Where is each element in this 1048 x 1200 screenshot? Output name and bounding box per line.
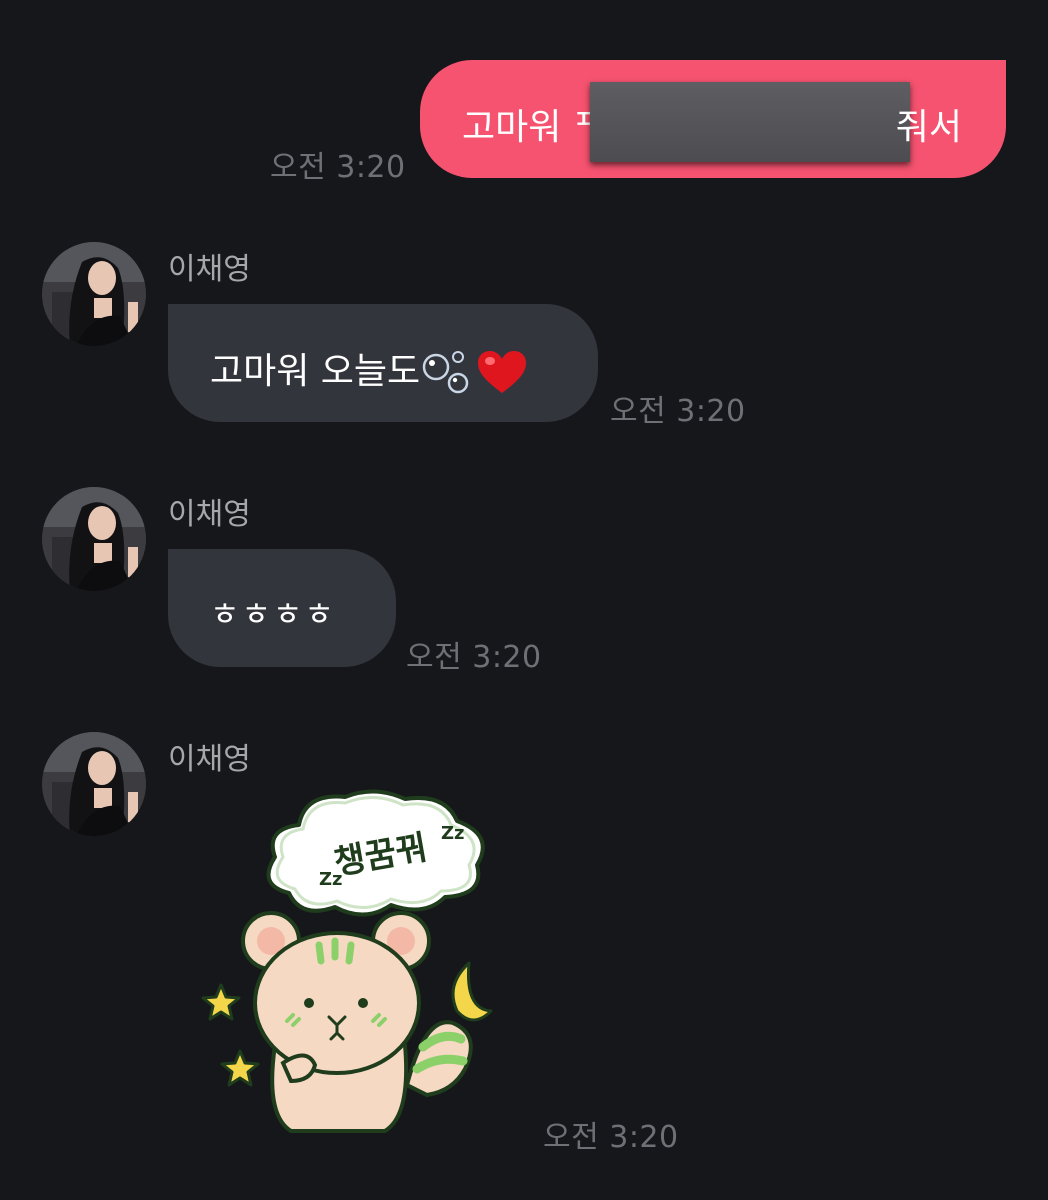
sticker-message-time: 오전 3:20 — [543, 1120, 679, 1155]
avatar-photo-icon — [42, 732, 146, 836]
star-icon — [220, 1049, 260, 1087]
sender-name: 이채영 — [168, 742, 251, 777]
received-message-time: 오전 3:20 — [406, 640, 542, 675]
sticker-zz-left: Zz — [319, 869, 343, 890]
red-heart-icon — [478, 351, 527, 393]
sender-name: 이채영 — [168, 252, 251, 287]
sticker-zz-right: Zz — [441, 823, 465, 844]
avatar[interactable] — [42, 732, 146, 836]
received-message-time: 오전 3:20 — [610, 394, 746, 429]
received-message-text: ㅎㅎㅎㅎ — [210, 595, 336, 633]
received-message-bubble[interactable]: ㅎㅎㅎㅎ — [168, 549, 396, 667]
sent-message-time: 오전 3:20 — [270, 150, 406, 185]
received-message-text: 고마워 오늘도 — [210, 342, 528, 397]
star-icon — [201, 983, 241, 1021]
received-message-bubble[interactable]: 고마워 오늘도 — [168, 304, 598, 422]
avatar[interactable] — [42, 487, 146, 591]
sent-message-bubble[interactable]: 고마워 ᄑ 줘서 — [420, 60, 1006, 178]
thought-cloud-icon: 챙꿈꿔 Zz Zz — [266, 789, 485, 917]
sleepy-squirrel-sticker[interactable]: 챙꿈꿔 Zz Zz — [195, 785, 505, 1140]
redaction-block — [590, 82, 910, 162]
avatar[interactable] — [42, 242, 146, 346]
sender-name: 이채영 — [168, 497, 251, 532]
avatar-photo-icon — [42, 242, 146, 346]
sent-message-text-start: 고마워 ᄑ — [462, 107, 606, 148]
bubbles-emoji-icon — [422, 351, 469, 394]
avatar-photo-icon — [42, 487, 146, 591]
sent-message-text-end: 줘서 — [895, 107, 962, 148]
moon-icon — [451, 961, 493, 1022]
